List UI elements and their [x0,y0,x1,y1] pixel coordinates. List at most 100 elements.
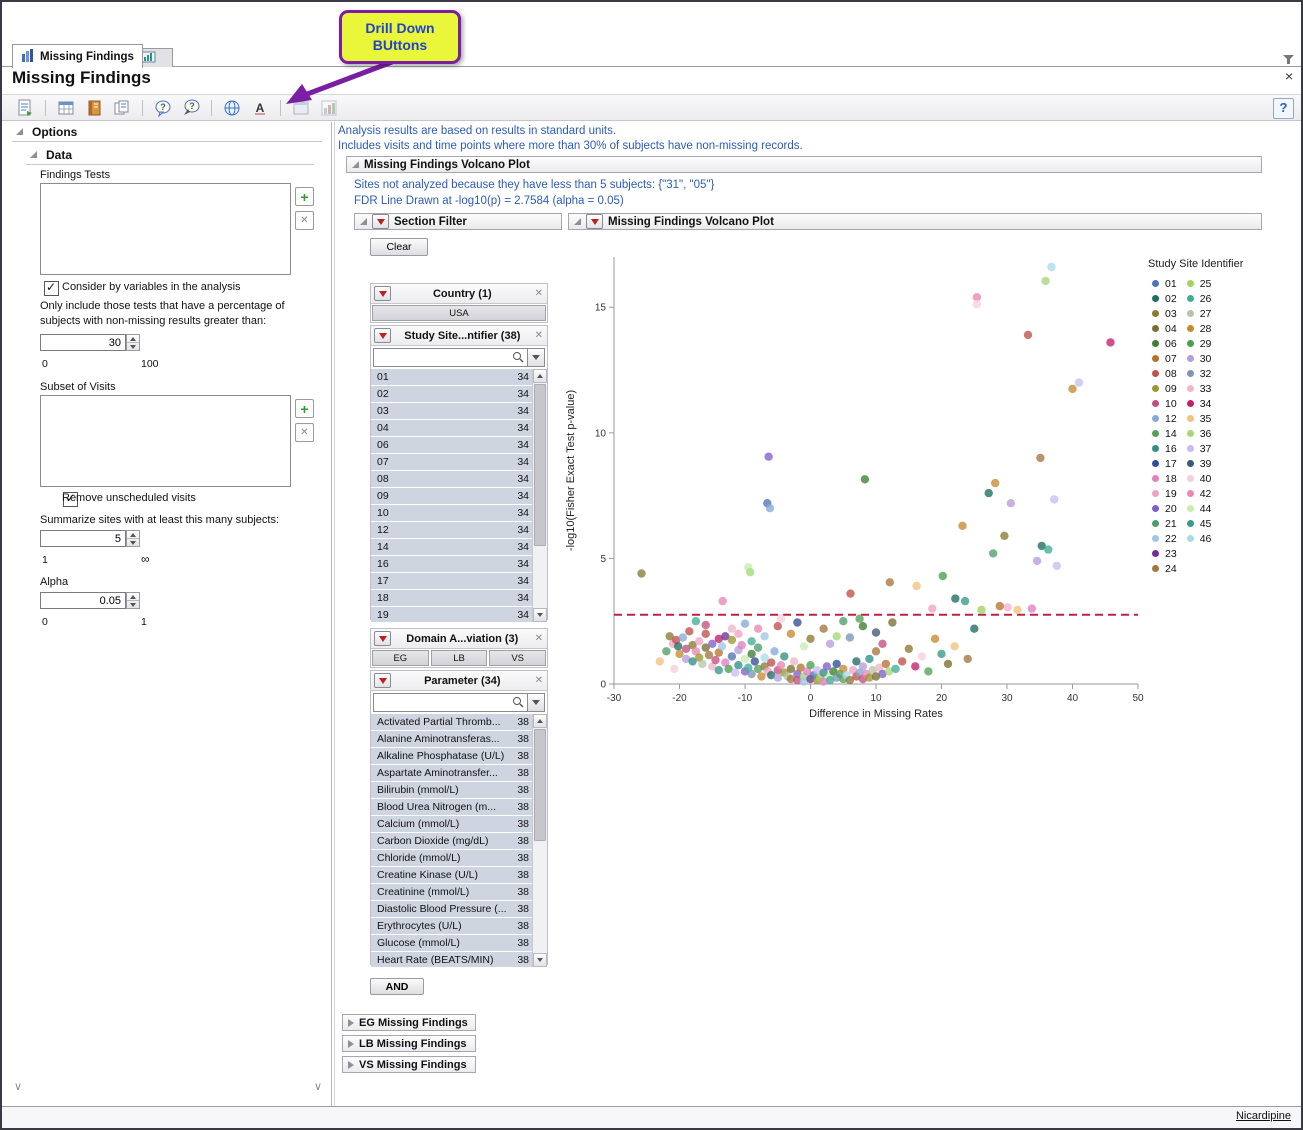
clear-findings-tests-button[interactable]: ✕ [295,211,314,230]
subset-visits-listbox[interactable] [40,395,291,487]
legend-item[interactable]: 28 [1187,321,1212,336]
legend-item[interactable]: 42 [1187,486,1212,501]
legend-item[interactable]: 35 [1187,411,1212,426]
panel-scroll-chevron[interactable]: ∨ [314,1080,322,1093]
site-row[interactable]: 1834 [371,590,532,607]
site-row[interactable]: 1634 [371,556,532,573]
clear-subset-visits-button[interactable]: ✕ [295,423,314,442]
site-row[interactable]: 0234 [371,386,532,403]
legend-item[interactable]: 06 [1152,336,1177,351]
legend-item[interactable]: 24 [1152,561,1177,576]
domain-remove-icon[interactable]: ✕ [534,633,544,644]
add-findings-tests-button[interactable]: + [295,187,314,206]
site-row[interactable]: 1734 [371,573,532,590]
question-balloon-icon[interactable]: ? [152,97,174,119]
data-header[interactable]: Data [46,148,72,162]
site-row[interactable]: 0334 [371,403,532,420]
site-search-dropdown[interactable] [528,348,545,367]
summarize-stepper[interactable] [126,530,140,547]
scroll-up-icon[interactable] [533,369,547,383]
site-row[interactable]: 0934 [371,488,532,505]
legend-item[interactable]: 01 [1152,276,1177,291]
legend-item[interactable]: 26 [1187,291,1212,306]
parameter-search-dropdown[interactable] [528,693,545,712]
parameter-row[interactable]: Calcium (mmol/L)38 [371,816,532,833]
parameter-row[interactable]: Diastolic Blood Pressure (...38 [371,901,532,918]
parameter-row[interactable]: Alkaline Phosphatase (U/L)38 [371,748,532,765]
alpha-input[interactable] [40,592,126,609]
copy-report-icon[interactable] [111,97,133,119]
site-row[interactable]: 0134 [371,369,532,386]
clear-button[interactable]: Clear [370,238,428,256]
legend-item[interactable]: 39 [1187,456,1212,471]
domain-value-button[interactable]: VS [489,650,546,666]
lb-missing-findings-header[interactable]: LB Missing Findings [342,1035,476,1052]
parameter-menu-button[interactable] [374,673,391,688]
options-disclosure-icon[interactable] [16,128,23,135]
parameter-row[interactable]: Glucose (mmol/L)38 [371,935,532,952]
legend-item[interactable]: 18 [1152,471,1177,486]
parameter-row[interactable]: Chloride (mmol/L)38 [371,850,532,867]
disclosure-closed-icon[interactable] [348,1040,354,1048]
drill-down-window-icon[interactable] [290,97,312,119]
legend-item[interactable]: 21 [1152,516,1177,531]
parameter-search-input[interactable] [374,694,527,711]
country-remove-icon[interactable]: ✕ [534,288,544,299]
site-row[interactable]: 1234 [371,522,532,539]
options-header[interactable]: Options [32,125,77,139]
legend-item[interactable]: 22 [1152,531,1177,546]
site-row[interactable]: 0634 [371,437,532,454]
disclosure-open-icon[interactable] [574,218,581,225]
legend-item[interactable]: 23 [1152,546,1177,561]
legend-item[interactable]: 46 [1187,531,1212,546]
site-row[interactable]: 1934 [371,607,532,622]
parameter-row[interactable]: Activated Partial Thromb...38 [371,714,532,731]
volcano-plot-header[interactable]: Missing Findings Volcano Plot [568,213,1262,230]
domain-value-button[interactable]: EG [372,650,429,666]
parameter-remove-icon[interactable]: ✕ [534,675,544,686]
legend-item[interactable]: 27 [1187,306,1212,321]
question-pointer-icon[interactable]: ? [180,97,202,119]
disclosure-open-icon[interactable] [360,218,367,225]
parameter-row[interactable]: Heart Rate (BEATS/MIN)38 [371,952,532,967]
tab-missing-findings[interactable]: Missing Findings [12,44,143,68]
legend-item[interactable]: 33 [1187,381,1212,396]
scroll-up-icon[interactable] [533,714,547,728]
data-table-icon[interactable] [55,97,77,119]
scroll-thumb[interactable] [534,384,546,546]
volcano-outline-header[interactable]: Missing Findings Volcano Plot [346,156,1262,173]
report-icon[interactable] [14,97,36,119]
domain-value-button[interactable]: LB [431,650,488,666]
summarize-input[interactable] [40,530,126,547]
eg-missing-findings-header[interactable]: EG Missing Findings [342,1014,476,1031]
consider-checkbox[interactable] [44,281,59,296]
disclosure-open-icon[interactable] [352,161,359,168]
and-button[interactable]: AND [370,978,424,995]
site-search-input[interactable] [374,349,527,366]
panel-divider[interactable] [334,122,335,1106]
parameter-row[interactable]: Carbon Dioxide (mg/dL)38 [371,833,532,850]
site-row[interactable]: 0834 [371,471,532,488]
drill-down-chart-icon[interactable] [318,97,340,119]
font-icon[interactable]: A [249,97,271,119]
legend-item[interactable]: 45 [1187,516,1212,531]
journal-icon[interactable] [83,97,105,119]
vs-missing-findings-header[interactable]: VS Missing Findings [342,1056,476,1073]
legend-item[interactable]: 04 [1152,321,1177,336]
legend-item[interactable]: 12 [1152,411,1177,426]
parameter-row[interactable]: Alanine Aminotransferas...38 [371,731,532,748]
legend-item[interactable]: 19 [1152,486,1177,501]
pct-stepper[interactable] [126,334,140,351]
scroll-thumb[interactable] [534,729,546,841]
site-remove-icon[interactable]: ✕ [534,330,544,341]
site-row[interactable]: 1034 [371,505,532,522]
disclosure-closed-icon[interactable] [348,1061,354,1069]
legend-item[interactable]: 10 [1152,396,1177,411]
add-subset-visits-button[interactable]: + [295,399,314,418]
legend-item[interactable]: 08 [1152,366,1177,381]
site-menu-button[interactable] [374,328,391,343]
legend-item[interactable]: 17 [1152,456,1177,471]
scroll-down-icon[interactable] [533,608,547,622]
parameter-row[interactable]: Erythrocytes (U/L)38 [371,918,532,935]
legend-item[interactable]: 32 [1187,366,1212,381]
